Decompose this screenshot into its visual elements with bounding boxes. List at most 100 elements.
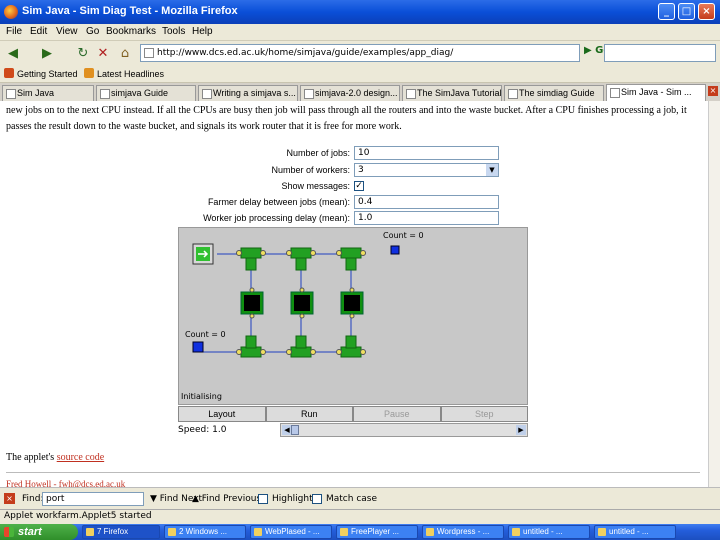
workers-select[interactable]: 3 ▼ (354, 163, 499, 177)
source-code-link[interactable]: source code (57, 452, 104, 463)
workers-label: Number of workers: (271, 165, 350, 175)
messages-label: Show messages: (281, 181, 350, 191)
cpu-worker-icon (340, 287, 364, 319)
count-left-label: Count = 0 (185, 330, 226, 339)
slider-thumb[interactable] (291, 425, 299, 435)
applet-status-text: Initialising (181, 392, 222, 401)
bookmark-getting-started[interactable]: Getting Started (4, 68, 78, 79)
stop-icon[interactable]: ✕ (94, 44, 112, 62)
status-bar: Applet workfarm.Applet5 started (0, 509, 720, 524)
start-label: start (18, 526, 42, 538)
match-case-checkbox[interactable] (312, 494, 322, 504)
highlight-label: Highlight (272, 494, 313, 504)
intro-paragraph: new jobs on to the next CPU instead. If … (6, 105, 687, 132)
bookmark-latest-headlines[interactable]: Latest Headlines (84, 68, 164, 79)
taskbar-item-firefox[interactable]: 7 Firefox (82, 525, 160, 539)
url-text: http://www.dcs.ed.ac.uk/home/simjava/gui… (157, 48, 454, 58)
divider (6, 472, 700, 473)
bookmark-label: Getting Started (17, 69, 78, 79)
page-content: new jobs on to the next CPU instead. If … (0, 101, 708, 487)
taskbar-item-windows[interactable]: 2 Windows ... (164, 525, 246, 539)
back-arrow-icon[interactable]: ◀ (4, 44, 22, 62)
simulation-diagram (192, 243, 400, 358)
router-pipe-icon (286, 247, 316, 271)
tab-writing-simjava[interactable]: Writing a simjava s... (198, 85, 298, 101)
author-email-link[interactable]: Fred Howell - fwh@dcs.ed.ac.uk (6, 479, 125, 487)
bookmark-label: Latest Headlines (97, 69, 165, 79)
menu-tools[interactable]: Tools (162, 26, 185, 37)
messages-checkbox[interactable]: ✓ (354, 181, 364, 191)
menu-edit[interactable]: Edit (30, 26, 47, 37)
vertical-scrollbar[interactable] (708, 101, 720, 487)
reload-icon[interactable]: ↻ (74, 44, 92, 62)
joiner-pipe-icon (336, 335, 366, 358)
tab-simjava-design[interactable]: simjava-2.0 design... (300, 85, 400, 101)
highlight-checkbox[interactable] (258, 494, 268, 504)
chevron-down-icon[interactable]: ▼ (486, 164, 498, 176)
farmer-delay-label: Farmer delay between jobs (mean): (207, 197, 350, 207)
find-previous-button[interactable]: ▲ Find Previous (192, 494, 261, 504)
simulation-applet[interactable]: Count = 0 Count = 0 Initialising (178, 227, 528, 405)
taskbar-item-webplased[interactable]: WebPlased - ... (250, 525, 332, 539)
worker-delay-input[interactable]: 1.0 (354, 211, 499, 225)
tab-sim-java[interactable]: Sim Java (2, 85, 94, 101)
search-input[interactable] (604, 44, 716, 62)
step-button[interactable]: Step (440, 406, 528, 422)
menu-view[interactable]: View (56, 26, 78, 37)
menu-bar: File Edit View Go Bookmarks Tools Help (0, 24, 720, 41)
url-input[interactable]: http://www.dcs.ed.ac.uk/home/simjava/gui… (140, 44, 580, 62)
cpu-worker-icon (290, 287, 314, 319)
menu-bookmarks[interactable]: Bookmarks (106, 26, 156, 37)
taskbar-item-wordpress[interactable]: Wordpress - ... (422, 525, 504, 539)
jobs-input[interactable]: 10 (354, 146, 499, 160)
forward-arrow-icon[interactable]: ▶ (38, 44, 56, 62)
router-pipe-icon (336, 247, 366, 271)
menu-go[interactable]: Go (86, 26, 99, 37)
tab-strip: Sim Java simjava Guide Writing a simjava… (0, 83, 720, 101)
find-previous-label: Find Previous (201, 494, 262, 504)
count-top-label: Count = 0 (383, 231, 424, 240)
cpu-worker-icon (240, 287, 264, 319)
tab-simdiag-guide[interactable]: The simdiag Guide (504, 85, 604, 101)
close-find-icon[interactable]: × (4, 493, 15, 504)
bookmarks-toolbar: Getting Started Latest Headlines (0, 65, 720, 83)
speed-label: Speed: 1.0 (178, 425, 227, 435)
minimize-button[interactable]: _ (658, 3, 675, 20)
menu-help[interactable]: Help (192, 26, 213, 37)
tab-simjava-guide[interactable]: simjava Guide (96, 85, 196, 101)
worker-delay-label: Worker job processing delay (mean): (203, 213, 350, 223)
close-button[interactable]: × (698, 3, 715, 20)
source-line: The applet's source code (6, 452, 104, 463)
taskbar-item-freeplayer[interactable]: FreePlayer ... (336, 525, 418, 539)
navigation-toolbar: ◀ ▶ ↻ ✕ ⌂ http://www.dcs.ed.ac.uk/home/s… (0, 41, 720, 65)
farmer-delay-input[interactable]: 0.4 (354, 195, 499, 209)
router-pipe-icon (236, 247, 266, 271)
pause-button[interactable]: Pause (353, 406, 441, 422)
taskbar-item-untitled-1[interactable]: untitled - ... (508, 525, 590, 539)
tab-sim-diag-test[interactable]: Sim Java - Sim ... (606, 84, 706, 101)
layout-button[interactable]: Layout (178, 406, 266, 422)
rss-icon (84, 68, 94, 78)
counter-box-icon (390, 245, 400, 255)
find-input[interactable]: port (42, 492, 144, 506)
close-tab-icon[interactable]: × (708, 86, 718, 96)
bookmark-icon (4, 68, 14, 78)
maximize-button[interactable]: □ (678, 3, 695, 20)
chevron-right-icon[interactable]: ▶ (516, 425, 526, 435)
start-button[interactable]: start (0, 524, 78, 540)
applet-controls: Layout Run Pause Step (178, 406, 528, 422)
home-icon[interactable]: ⌂ (116, 44, 134, 62)
window-title: Sim Java - Sim Diag Test - Mozilla Firef… (22, 5, 238, 17)
taskbar-item-untitled-2[interactable]: untitled - ... (594, 525, 676, 539)
joiner-pipe-icon (236, 335, 266, 358)
match-case-label: Match case (326, 494, 378, 504)
tab-simjava-tutorial[interactable]: The SimJava Tutorial (402, 85, 502, 101)
speed-slider[interactable]: ◀ ▶ (280, 423, 528, 437)
firefox-icon (4, 5, 18, 19)
run-button[interactable]: Run (265, 406, 353, 422)
waste-bucket-icon (192, 341, 204, 353)
windows-taskbar: start 7 Firefox 2 Windows ... WebPlased … (0, 524, 720, 540)
joiner-pipe-icon (286, 335, 316, 358)
windows-logo-icon (4, 527, 14, 537)
menu-file[interactable]: File (6, 26, 22, 37)
